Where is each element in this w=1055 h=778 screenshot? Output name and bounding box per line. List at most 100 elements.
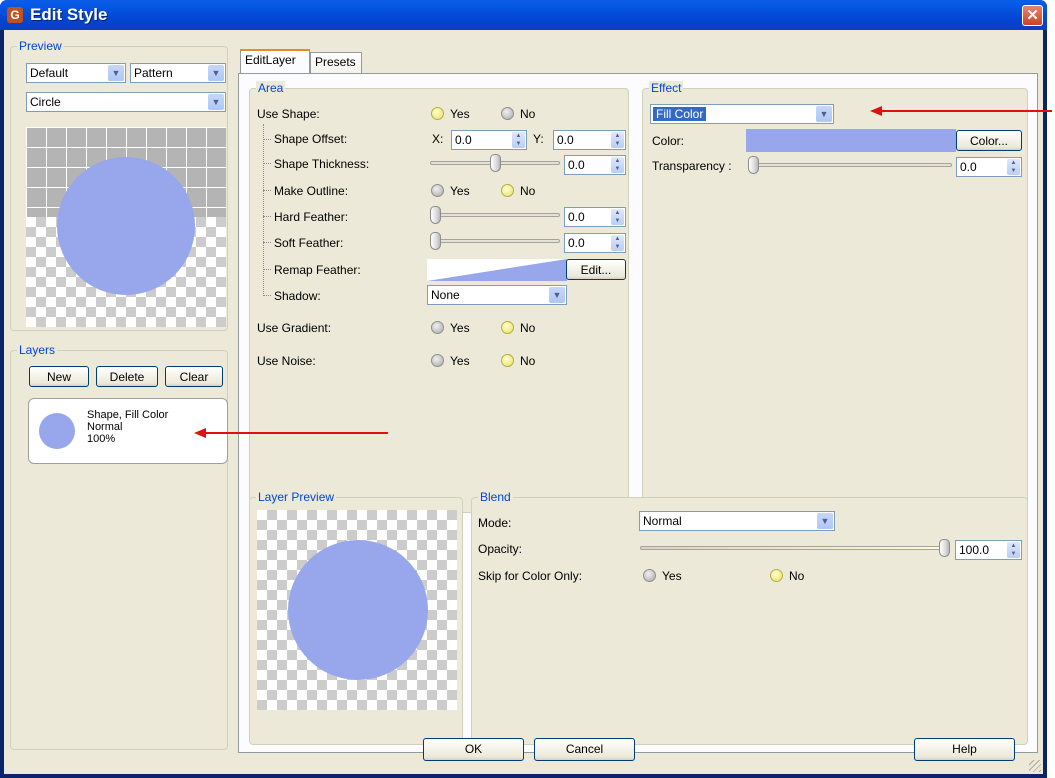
blend-opacity-slider-track[interactable] [640, 546, 950, 550]
soft-feather-slider-track[interactable] [430, 239, 560, 243]
preview-canvas [26, 127, 226, 327]
soft-feather-slider-thumb[interactable] [430, 232, 441, 250]
skip-color-only-no-label: No [789, 569, 805, 583]
preview-mode-select[interactable]: Default ▼ [26, 63, 126, 83]
shape-offset-x-input[interactable]: 0.0 ▲ ▼ [451, 130, 527, 150]
effect-type-select[interactable]: Fill Color ▼ [650, 104, 834, 124]
chevron-down-icon[interactable]: ▼ [208, 65, 224, 81]
skip-color-only-yes-radio[interactable] [643, 569, 656, 582]
shadow-label: Shadow: [274, 289, 321, 303]
hard-feather-value: 0.0 [568, 210, 585, 224]
effect-transparency-slider-thumb[interactable] [748, 156, 759, 174]
spinner-icon[interactable]: ▲ ▼ [611, 209, 624, 225]
layer-name: Shape, Fill Color [87, 409, 169, 421]
blend-mode-label: Mode: [478, 516, 512, 530]
area-group-label: Area [256, 81, 286, 95]
shape-thickness-label: Shape Thickness: [274, 157, 370, 171]
effect-type-value: Fill Color [653, 107, 707, 121]
cancel-button[interactable]: Cancel [534, 738, 635, 761]
new-layer-button[interactable]: New [29, 366, 89, 387]
shape-offset-x-label: X: [432, 132, 444, 146]
blend-mode-select[interactable]: Normal ▼ [639, 511, 835, 531]
use-shape-yes-label: Yes [450, 107, 470, 121]
chevron-down-icon[interactable]: ▼ [816, 106, 832, 122]
spinner-icon[interactable]: ▲ ▼ [611, 235, 624, 251]
preview-background-select[interactable]: Pattern ▼ [130, 63, 226, 83]
use-shape-no-label: No [520, 107, 536, 121]
use-shape-yes-radio[interactable] [431, 107, 444, 120]
chevron-down-icon[interactable]: ▼ [208, 94, 224, 110]
skip-color-only-yes-label: Yes [662, 569, 682, 583]
shape-offset-y-label: Y: [533, 132, 544, 146]
use-gradient-yes-radio[interactable] [431, 321, 444, 334]
preview-shape-value: Circle [30, 95, 61, 109]
app-icon: G [7, 7, 23, 23]
tree-connector [263, 295, 271, 296]
soft-feather-label: Soft Feather: [274, 236, 344, 250]
soft-feather-input[interactable]: 0.0 ▲ ▼ [564, 233, 626, 253]
effect-transparency-label: Transparency : [652, 159, 732, 173]
shape-thickness-value: 0.0 [568, 158, 585, 172]
effect-color-button[interactable]: Color... [956, 130, 1022, 151]
make-outline-no-radio[interactable] [501, 184, 514, 197]
shape-thickness-input[interactable]: 0.0 ▲ ▼ [564, 155, 626, 175]
tree-connector [263, 139, 271, 140]
preview-shape-select[interactable]: Circle ▼ [26, 92, 226, 112]
spinner-icon[interactable]: ▲ ▼ [1007, 159, 1020, 175]
hard-feather-slider-thumb[interactable] [430, 206, 441, 224]
tab-presets[interactable]: Presets [310, 52, 362, 73]
tree-connector [263, 163, 271, 164]
chevron-down-icon[interactable]: ▼ [549, 287, 565, 303]
remap-curve-graphic [427, 259, 567, 281]
resize-grip-icon[interactable] [1029, 760, 1041, 772]
make-outline-yes-radio[interactable] [431, 184, 444, 197]
hard-feather-input[interactable]: 0.0 ▲ ▼ [564, 207, 626, 227]
clear-layers-button[interactable]: Clear [165, 366, 223, 387]
make-outline-no-label: No [520, 184, 536, 198]
use-gradient-label: Use Gradient: [257, 321, 332, 335]
tab-editlayer[interactable]: EditLayer [240, 49, 310, 73]
effect-transparency-slider-track[interactable] [748, 163, 952, 167]
spinner-icon[interactable]: ▲ ▼ [611, 132, 624, 148]
help-button[interactable]: Help [914, 738, 1015, 761]
blend-opacity-value: 100.0 [959, 543, 990, 557]
title-bar[interactable]: G Edit Style ✕ [0, 0, 1047, 30]
chevron-down-icon[interactable]: ▼ [108, 65, 124, 81]
blend-opacity-slider-thumb[interactable] [939, 539, 950, 557]
use-noise-label: Use Noise: [257, 354, 316, 368]
use-noise-no-radio[interactable] [501, 354, 514, 367]
shape-thickness-slider-thumb[interactable] [489, 154, 501, 172]
use-gradient-no-radio[interactable] [501, 321, 514, 334]
tree-connector [263, 216, 271, 217]
blend-group: Blend [471, 490, 1028, 745]
shadow-select[interactable]: None ▼ [427, 285, 567, 305]
chevron-down-icon[interactable]: ▼ [817, 513, 833, 529]
ok-button[interactable]: OK [423, 738, 524, 761]
remap-feather-edit-button[interactable]: Edit... [566, 259, 626, 280]
effect-transparency-input[interactable]: 0.0 ▲ ▼ [956, 157, 1022, 177]
remap-feather-curve[interactable] [427, 259, 567, 281]
delete-layer-button[interactable]: Delete [96, 366, 158, 387]
spinner-icon[interactable]: ▲ ▼ [611, 157, 624, 173]
soft-feather-value: 0.0 [568, 236, 585, 250]
layer-preview-canvas [257, 510, 457, 710]
skip-color-only-no-radio[interactable] [770, 569, 783, 582]
annotation-arrowhead-icon [870, 106, 882, 116]
shape-offset-y-input[interactable]: 0.0 ▲ ▼ [553, 130, 626, 150]
hard-feather-slider-track[interactable] [430, 213, 560, 217]
use-noise-no-label: No [520, 354, 536, 368]
use-noise-yes-radio[interactable] [431, 354, 444, 367]
annotation-arrow-effect [882, 110, 1052, 112]
use-shape-no-radio[interactable] [501, 107, 514, 120]
effect-color-swatch[interactable] [746, 129, 956, 152]
make-outline-yes-label: Yes [450, 184, 470, 198]
effect-transparency-value: 0.0 [960, 160, 977, 174]
annotation-arrowhead-icon [194, 428, 206, 438]
preview-mode-value: Default [30, 66, 69, 80]
blend-opacity-input[interactable]: 100.0 ▲ ▼ [955, 540, 1022, 560]
close-button[interactable]: ✕ [1022, 5, 1043, 26]
spinner-icon[interactable]: ▲ ▼ [1007, 542, 1020, 558]
spinner-icon[interactable]: ▲ ▼ [512, 132, 525, 148]
preview-circle [57, 157, 195, 295]
tree-connector [263, 269, 271, 270]
